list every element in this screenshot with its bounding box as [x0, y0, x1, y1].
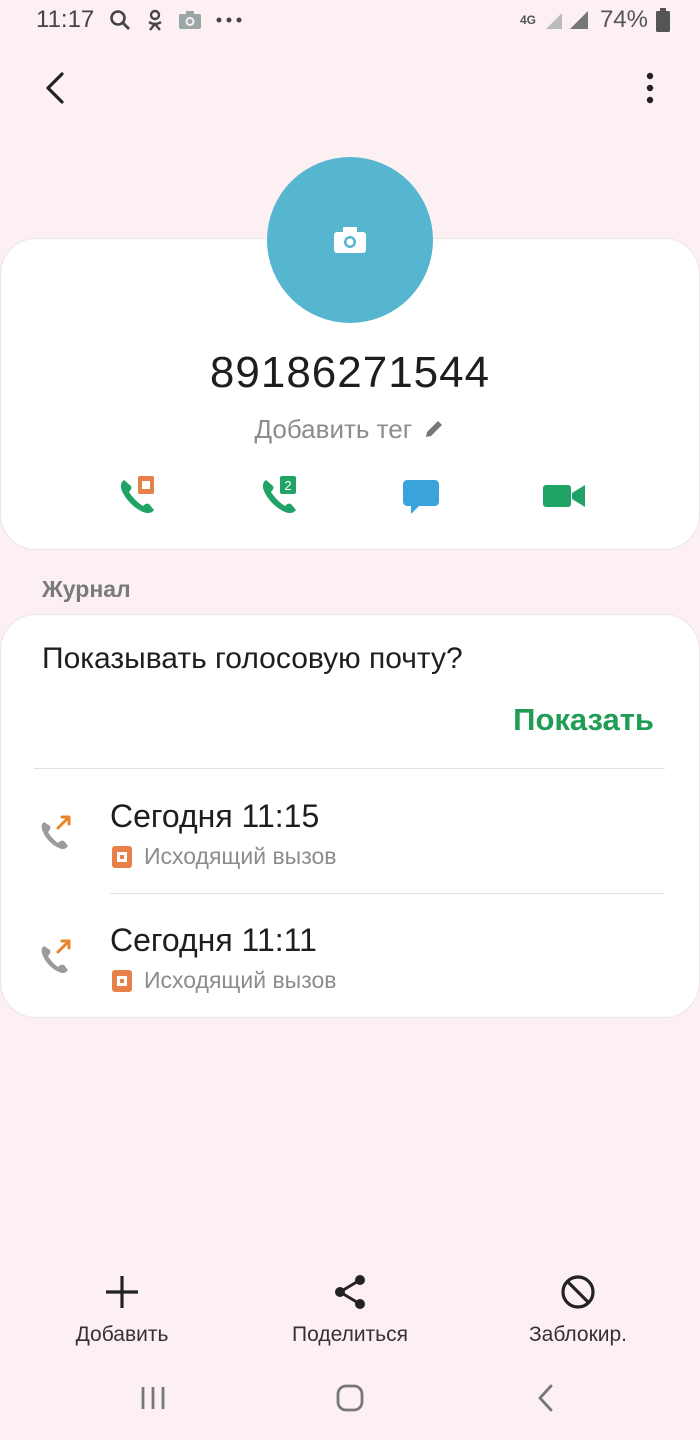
camera-icon: [334, 227, 366, 253]
call-type: Исходящий вызов: [110, 967, 337, 994]
block-icon: [561, 1275, 595, 1309]
add-label: Добавить: [75, 1323, 169, 1346]
nav-back-button[interactable]: [526, 1380, 566, 1416]
phone-number: 89186271544: [209, 348, 491, 397]
video-call-icon: [543, 485, 585, 507]
voicemail-question: Показывать голосовую почту?: [42, 642, 463, 675]
back-icon: [538, 1384, 553, 1412]
pencil-icon: [426, 421, 443, 437]
divider: [34, 768, 665, 769]
add-tag-button[interactable]: Добавить тег: [0, 414, 700, 445]
camera-icon: [179, 11, 201, 29]
divider: [110, 893, 665, 894]
battery-icon: [656, 8, 670, 32]
block-button[interactable]: Заблокир.: [478, 1272, 678, 1347]
show-voicemail-button[interactable]: Показать: [513, 702, 654, 738]
journal-label: Журнал: [42, 576, 131, 602]
home-icon: [336, 1384, 364, 1412]
status-time: 11:17: [36, 6, 95, 33]
chevron-left-icon: [46, 72, 64, 104]
call-sim1-button[interactable]: [114, 472, 162, 520]
home-button[interactable]: [330, 1380, 370, 1416]
call-sim2-button[interactable]: 2: [256, 472, 304, 520]
add-tag-label: Добавить тег: [254, 414, 413, 444]
call-time: Сегодня 11:11: [110, 922, 317, 958]
call-type-label: Исходящий вызов: [144, 843, 337, 869]
call-time: Сегодня 11:15: [110, 798, 320, 834]
video-call-button[interactable]: [540, 472, 588, 520]
share-label: Поделиться: [292, 1323, 408, 1346]
sim2-badge: 2: [284, 478, 291, 493]
block-label: Заблокир.: [528, 1323, 628, 1346]
call-type-label: Исходящий вызов: [144, 967, 337, 993]
network-label: 4G: [519, 13, 536, 27]
sim-icon: [112, 969, 132, 992]
message-icon: [403, 480, 439, 514]
ok-icon: [148, 9, 162, 31]
more-vertical-icon: [646, 72, 654, 104]
message-button[interactable]: [397, 472, 445, 520]
call-sim2-icon: 2: [262, 476, 296, 514]
share-button[interactable]: Поделиться: [250, 1272, 450, 1347]
recent-apps-button[interactable]: [133, 1380, 173, 1416]
status-right: 4G 74%: [520, 6, 670, 34]
status-icons-left: [108, 8, 242, 32]
call-sim1-icon: [120, 476, 154, 514]
more-options-button[interactable]: [640, 68, 660, 108]
outgoing-call-icon: [36, 936, 76, 976]
search-icon: [110, 10, 130, 30]
avatar[interactable]: [267, 157, 433, 323]
sim-icon: [112, 845, 132, 868]
call-type: Исходящий вызов: [110, 843, 337, 870]
recent-apps-icon: [141, 1387, 165, 1409]
add-button[interactable]: Добавить: [22, 1272, 222, 1347]
outgoing-call-icon: [36, 812, 76, 852]
battery-percent: 74%: [599, 6, 648, 33]
more-dots-icon: [216, 17, 242, 23]
signal-icon: [545, 11, 588, 29]
share-icon: [335, 1275, 365, 1309]
plus-icon: [106, 1276, 138, 1308]
back-button[interactable]: [36, 68, 76, 108]
